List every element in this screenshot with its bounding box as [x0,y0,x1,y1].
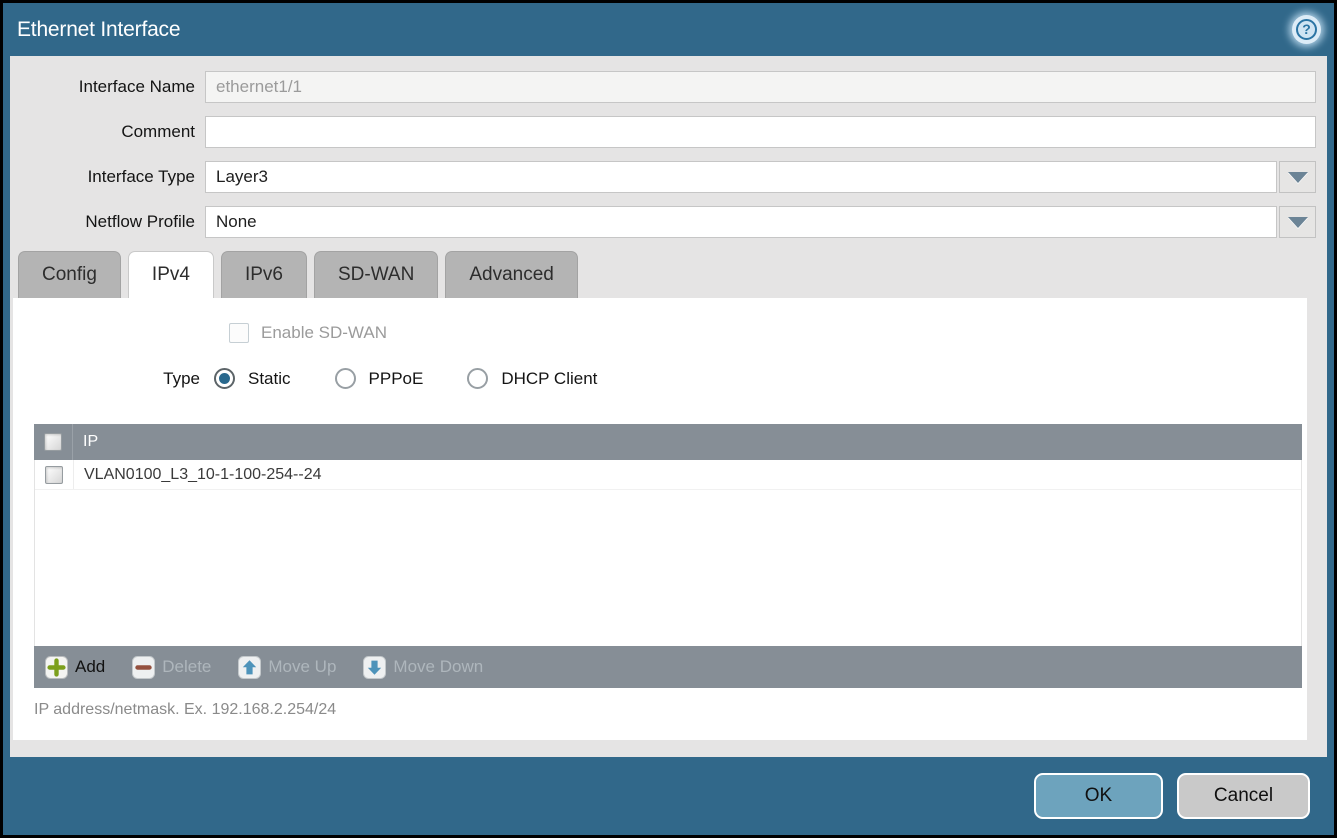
interface-type-label: Interface Type [10,167,205,187]
add-button[interactable]: Add [45,656,105,679]
enable-sdwan-row: Enable SD-WAN [229,323,387,343]
delete-button[interactable]: Delete [132,656,211,679]
help-icon[interactable]: ? [1292,15,1321,44]
radio-pppoe-label: PPPoE [369,369,424,389]
radio-static-label: Static [248,369,291,389]
radio-dhcp-client[interactable] [467,368,488,389]
dialog-titlebar: Ethernet Interface ? [3,3,1334,56]
ok-button[interactable]: OK [1034,773,1163,819]
form-row-interface-type: Interface Type Layer3 [10,161,1327,193]
ip-table-header: IP [34,424,1302,460]
move-down-button[interactable]: Move Down [363,656,483,679]
form-row-interface-name: Interface Name [10,71,1327,103]
interface-name-label: Interface Name [10,77,205,97]
radio-static[interactable] [214,368,235,389]
form-row-netflow-profile: Netflow Profile None [10,206,1327,238]
netflow-profile-select[interactable]: None [205,206,1277,238]
tab-ipv4[interactable]: IPv4 [128,251,214,298]
table-toolbar: Add Delete Move Up [34,646,1302,688]
ethernet-interface-dialog: Ethernet Interface ? Interface Name Comm… [0,0,1337,838]
ip-row-value: VLAN0100_L3_10-1-100-254--24 [74,466,322,484]
ip-table: IP VLAN0100_L3_10-1-100-254--24 [34,424,1302,688]
radio-option-dhcp-client[interactable]: DHCP Client [467,368,597,389]
enable-sdwan-label: Enable SD-WAN [261,323,387,343]
arrow-down-icon [363,656,386,679]
tab-advanced[interactable]: Advanced [445,251,578,298]
ip-column-header: IP [73,433,98,451]
radio-dhcp-client-label: DHCP Client [501,369,597,389]
netflow-profile-label: Netflow Profile [10,212,205,232]
radio-option-pppoe[interactable]: PPPoE [335,368,424,389]
chevron-down-icon [1288,172,1308,183]
interface-name-field [205,71,1316,103]
type-radio-group: Type Static PPPoE DHCP Client [13,368,1307,389]
row-checkbox[interactable] [45,466,63,484]
move-up-button[interactable]: Move Up [238,656,336,679]
arrow-up-icon [238,656,261,679]
tab-ipv6[interactable]: IPv6 [221,251,307,298]
ip-table-body: VLAN0100_L3_10-1-100-254--24 [34,460,1302,646]
table-row[interactable]: VLAN0100_L3_10-1-100-254--24 [35,460,1301,490]
radio-option-static[interactable]: Static [214,368,291,389]
comment-label: Comment [10,122,205,142]
tab-sd-wan[interactable]: SD-WAN [314,251,438,298]
dialog-title: Ethernet Interface [17,18,180,42]
enable-sdwan-checkbox [229,323,249,343]
comment-field[interactable] [205,116,1316,148]
tab-strip: Config IPv4 IPv6 SD-WAN Advanced [18,251,1327,298]
interface-type-select[interactable]: Layer3 [205,161,1277,193]
cancel-button[interactable]: Cancel [1177,773,1310,819]
dialog-footer: OK Cancel [3,757,1334,835]
netflow-profile-dropdown-button[interactable] [1279,206,1316,238]
form-row-comment: Comment [10,116,1327,148]
radio-pppoe[interactable] [335,368,356,389]
dialog-body: Interface Name Comment Interface Type La… [10,56,1327,757]
ipv4-tab-panel: Enable SD-WAN Type Static PPPoE DHCP Cli… [13,298,1307,740]
plus-icon [45,656,68,679]
interface-type-dropdown-button[interactable] [1279,161,1316,193]
select-all-checkbox[interactable] [44,433,62,451]
ip-format-hint: IP address/netmask. Ex. 192.168.2.254/24 [34,701,336,719]
tab-config[interactable]: Config [18,251,121,298]
minus-icon [132,656,155,679]
chevron-down-icon [1288,217,1308,228]
type-label: Type [13,369,214,389]
